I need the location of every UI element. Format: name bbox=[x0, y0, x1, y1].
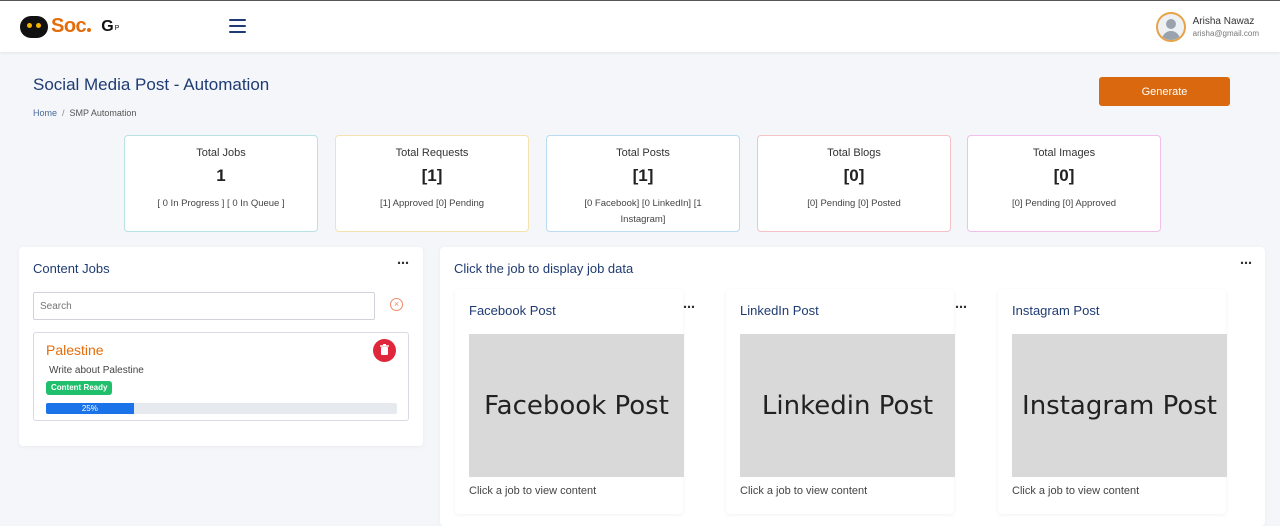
post-image-placeholder: Linkedin Post bbox=[740, 334, 955, 477]
clear-search-icon[interactable]: × bbox=[390, 298, 403, 311]
instagram-post-card: Instagram Post Instagram Post Click a jo… bbox=[998, 289, 1227, 514]
status-badge: Content Ready bbox=[46, 381, 113, 395]
stat-value: [0] bbox=[1053, 166, 1075, 185]
breadcrumb-home-link[interactable]: Home bbox=[33, 108, 57, 118]
stat-value: [1] bbox=[632, 166, 654, 185]
stat-value: 1 bbox=[216, 166, 226, 185]
stat-label: Total Blogs bbox=[827, 147, 881, 159]
stat-label: Total Requests bbox=[395, 147, 469, 159]
content-jobs-menu-icon[interactable]: ⋯ bbox=[397, 257, 409, 269]
stat-subtext: [0 Facebook] [0 LinkedIn] [1 Instagram] bbox=[584, 198, 702, 225]
stat-card-total-blogs: Total Blogs [0] [0] Pending [0] Posted bbox=[757, 135, 951, 232]
brand-g: G bbox=[101, 17, 114, 35]
brand-p: P bbox=[114, 25, 120, 32]
post-caption: Click a job to view content bbox=[469, 485, 597, 497]
post-title: LinkedIn Post bbox=[740, 303, 819, 318]
linkedin-post-card: LinkedIn Post ⋯ Linkedin Post Click a jo… bbox=[726, 289, 967, 514]
brand-logo[interactable]: Soc G P bbox=[20, 15, 119, 38]
post-image-placeholder: Instagram Post bbox=[1012, 334, 1227, 477]
stat-subtext: [0] Pending [0] Approved bbox=[1011, 198, 1117, 209]
content-jobs-title: Content Jobs bbox=[33, 261, 110, 276]
avatar[interactable] bbox=[1155, 12, 1186, 42]
post-caption: Click a job to view content bbox=[740, 485, 868, 497]
user-name: Arisha Nawaz bbox=[1192, 16, 1255, 27]
stat-subtext: [0] Pending [0] Posted bbox=[807, 198, 901, 209]
top-bar: Soc G P Arisha Nawaz arisha@gmail.com bbox=[0, 0, 1280, 52]
post-caption: Click a job to view content bbox=[1012, 485, 1140, 497]
brand-name: Soc bbox=[51, 15, 87, 37]
stat-subtext: [1] Approved [0] Pending bbox=[379, 198, 485, 209]
breadcrumb: Home / SMP Automation bbox=[33, 108, 136, 118]
post-menu-icon[interactable]: ⋯ bbox=[955, 301, 967, 313]
logo-mark-icon bbox=[20, 15, 48, 38]
post-title: Facebook Post bbox=[469, 303, 556, 318]
placeholder-text: Instagram Post bbox=[1022, 390, 1217, 421]
job-description: Write about Palestine bbox=[49, 365, 144, 376]
post-title: Instagram Post bbox=[1012, 303, 1100, 318]
user-email: arisha@gmail.com bbox=[1192, 29, 1259, 38]
job-card[interactable]: Palestine Write about Palestine Content … bbox=[33, 332, 409, 421]
stat-card-total-requests: Total Requests [1] [1] Approved [0] Pend… bbox=[335, 135, 529, 232]
content-jobs-panel: Content Jobs ⋯ × Palestine Write about P… bbox=[19, 247, 423, 446]
page-title: Social Media Post - Automation bbox=[33, 75, 270, 94]
placeholder-text: Facebook Post bbox=[484, 390, 669, 421]
stat-card-total-images: Total Images [0] [0] Pending [0] Approve… bbox=[967, 135, 1161, 232]
job-progress-bar: 25% bbox=[46, 403, 397, 414]
stat-card-total-posts: Total Posts [1] [0 Facebook] [0 LinkedIn… bbox=[546, 135, 740, 232]
facebook-post-card: Facebook Post ⋯ Facebook Post Click a jo… bbox=[455, 289, 695, 514]
stat-label: Total Posts bbox=[616, 147, 670, 159]
breadcrumb-current: SMP Automation bbox=[69, 108, 137, 118]
hamburger-menu-icon[interactable] bbox=[229, 19, 246, 33]
stat-value: [1] bbox=[421, 166, 443, 185]
delete-job-button[interactable] bbox=[373, 339, 396, 362]
job-title: Palestine bbox=[46, 342, 104, 358]
stat-card-total-jobs: Total Jobs 1 [ 0 In Progress ] [ 0 In Qu… bbox=[124, 135, 318, 232]
job-data-menu-icon[interactable]: ⋯ bbox=[1240, 257, 1252, 269]
post-menu-icon[interactable]: ⋯ bbox=[683, 301, 695, 313]
user-menu[interactable]: Arisha Nawaz arisha@gmail.com bbox=[1155, 12, 1259, 42]
generate-button[interactable]: Generate bbox=[1099, 77, 1230, 106]
search-input[interactable] bbox=[33, 292, 375, 320]
trash-icon bbox=[380, 344, 389, 355]
stat-value: [0] bbox=[843, 166, 865, 185]
stat-label: Total Images bbox=[1032, 147, 1096, 159]
post-image-placeholder: Facebook Post bbox=[469, 334, 684, 477]
job-data-title: Click the job to display job data bbox=[454, 261, 634, 276]
progress-fill: 25% bbox=[46, 403, 134, 414]
placeholder-text: Linkedin Post bbox=[761, 390, 934, 421]
logo-dot-icon bbox=[87, 27, 92, 32]
breadcrumb-separator: / bbox=[62, 108, 65, 118]
stat-label: Total Jobs bbox=[196, 147, 246, 159]
stat-subtext: [ 0 In Progress ] [ 0 In Queue ] bbox=[157, 198, 285, 209]
